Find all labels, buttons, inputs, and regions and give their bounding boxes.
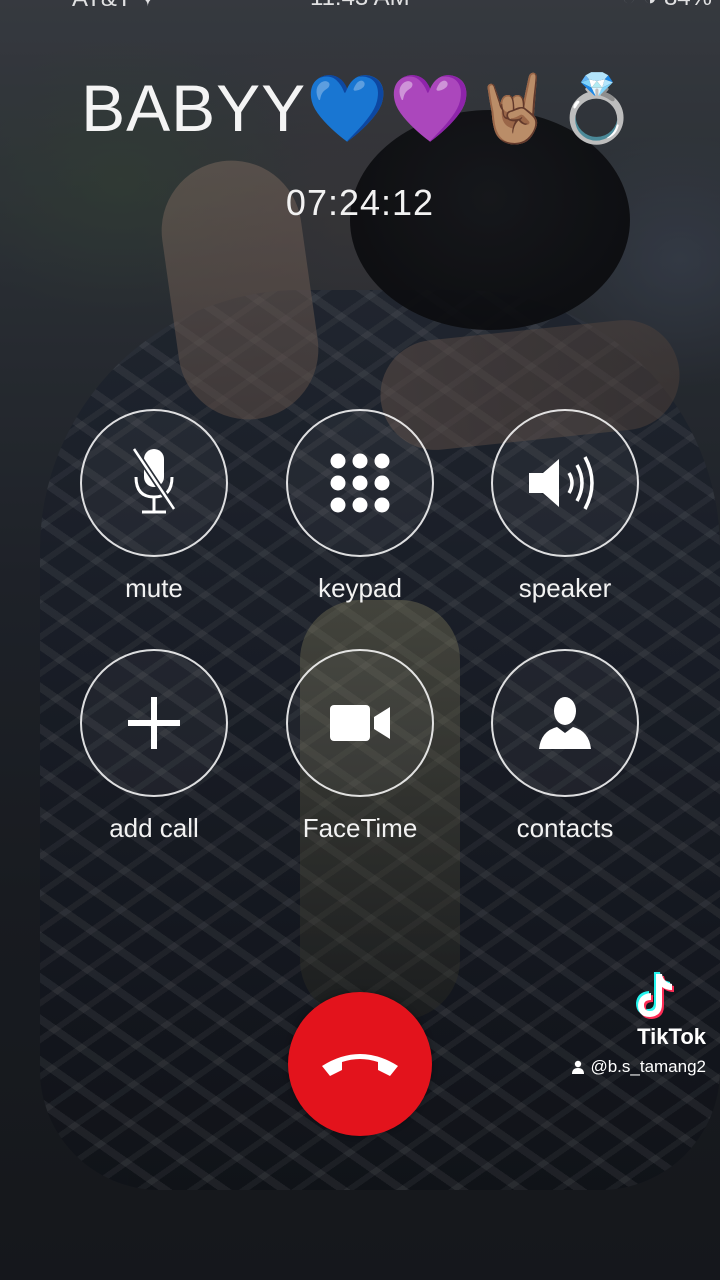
user-icon (572, 1060, 585, 1074)
keypad-circle[interactable] (286, 409, 434, 557)
facetime-button[interactable]: FaceTime (285, 649, 435, 844)
keypad-label: keypad (318, 573, 402, 603)
contacts-button[interactable]: contacts (490, 649, 640, 844)
contacts-label: contacts (516, 813, 614, 843)
speaker-circle[interactable] (491, 409, 639, 557)
contact-name: BABYY💙💜🤘🏽💍 (81, 71, 639, 145)
video-camera-icon (330, 705, 390, 741)
add-call-circle[interactable] (80, 649, 228, 797)
speaker-button[interactable]: speaker (490, 409, 640, 604)
call-duration: 07:24:12 (285, 182, 435, 223)
keypad-icon (330, 453, 390, 513)
phone-hangup-icon (322, 1054, 398, 1076)
facetime-circle[interactable] (286, 649, 434, 797)
carrier-label: AT&T ✦ (72, 0, 158, 13)
mute-label: mute (125, 573, 183, 603)
mute-circle[interactable] (80, 409, 228, 557)
add-call-button[interactable]: add call (79, 649, 229, 844)
tiktok-handle: @b.s_tamang2 (571, 1057, 706, 1077)
battery-indicator: ◔ ◑ 84% (622, 0, 712, 12)
tiktok-watermark: TikTok (548, 970, 708, 1050)
mic-muted-icon (131, 447, 177, 514)
add-call-label: add call (109, 813, 199, 843)
tiktok-brand: TikTok (637, 1024, 706, 1049)
clock: 11:43 AM (310, 0, 410, 12)
speaker-label: speaker (518, 573, 612, 603)
facetime-label: FaceTime (302, 813, 418, 843)
end-call-button[interactable] (288, 992, 432, 1136)
status-bar: AT&T ✦ 11:43 AM ◔ ◑ 84% (0, 0, 720, 14)
plus-icon (128, 697, 180, 749)
keypad-button[interactable]: keypad (285, 409, 435, 604)
tiktok-logo-icon (636, 972, 674, 1019)
contacts-circle[interactable] (491, 649, 639, 797)
mute-button[interactable]: mute (79, 409, 229, 604)
person-icon (539, 697, 591, 749)
tiktok-handle-text: @b.s_tamang2 (590, 1057, 706, 1076)
speaker-icon (529, 456, 594, 510)
